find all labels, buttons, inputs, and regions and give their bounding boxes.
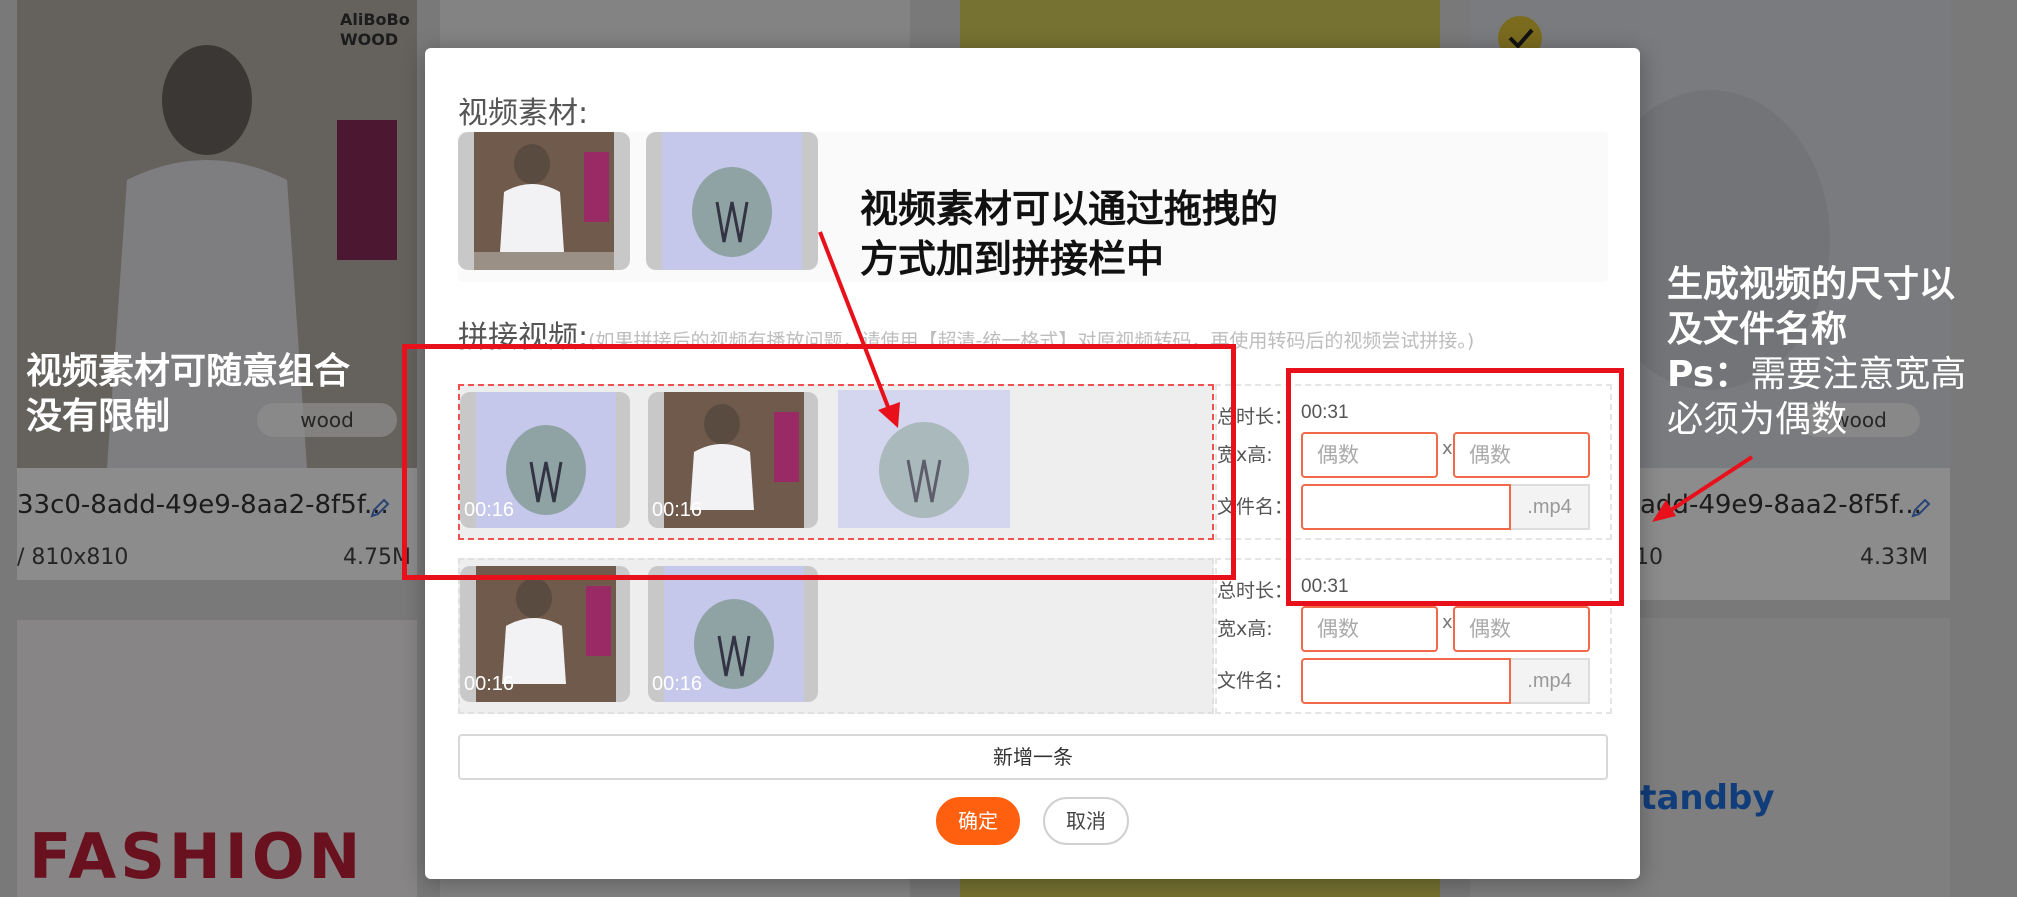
annotation-arrows — [818, 231, 1754, 522]
size-arrow — [1652, 455, 1754, 522]
drag-arrow — [818, 231, 900, 428]
